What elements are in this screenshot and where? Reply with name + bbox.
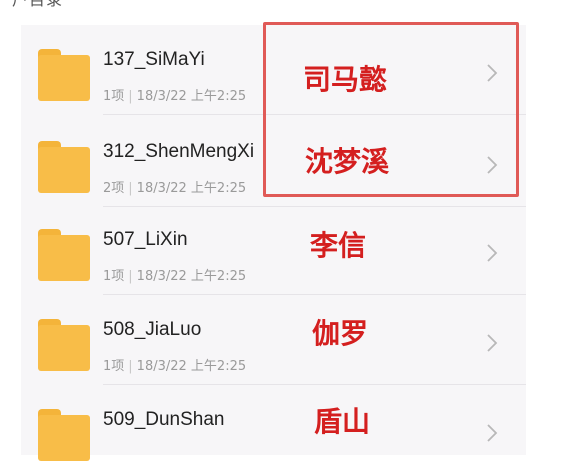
folder-icon [38,141,90,193]
folder-meta: 1项 | 18/3/22 上午2:25 [103,359,247,374]
chevron-right-icon [487,424,498,442]
folder-name: 508_JiaLuo [103,319,202,340]
folder-meta: 1项 | 18/3/22 上午2:25 [103,269,247,284]
header-partial-text: 户目录 [12,0,63,10]
folder-name: 137_SiMaYi [103,49,205,70]
folder-date: 18/3/22 上午2:25 [136,181,247,196]
folder-meta: 2项 | 18/3/22 上午2:25 [103,181,247,196]
folder-count: 1项 [103,89,125,104]
chevron-right-icon [487,334,498,352]
folder-name: 509_DunShan [103,409,225,430]
folder-count: 1项 [103,269,125,284]
folder-meta: 1项 | 18/3/22 上午2:25 [103,89,247,104]
folder-icon [38,229,90,281]
chevron-right-icon [487,244,498,262]
folder-icon [38,409,90,461]
folder-icon [38,49,90,101]
folder-row-dunshan[interactable]: 509_DunShan [21,385,526,475]
folder-name: 312_ShenMengXi [103,141,255,162]
folder-row-lixin[interactable]: 507_LiXin 1项 | 18/3/22 上午2:25 [21,205,526,295]
annotation-dunshan: 盾山 [314,405,371,438]
folder-row-jialuo[interactable]: 508_JiaLuo 1项 | 18/3/22 上午2:25 [21,295,526,385]
annotation-lixin: 李信 [310,229,367,262]
folder-date: 18/3/22 上午2:25 [136,269,247,284]
folder-count: 2项 [103,181,125,196]
folder-icon [38,319,90,371]
folder-date: 18/3/22 上午2:25 [136,359,247,374]
highlight-box [263,22,519,197]
annotation-jialuo: 伽罗 [312,317,369,350]
folder-count: 1项 [103,359,125,374]
folder-date: 18/3/22 上午2:25 [136,89,247,104]
folder-name: 507_LiXin [103,229,188,250]
